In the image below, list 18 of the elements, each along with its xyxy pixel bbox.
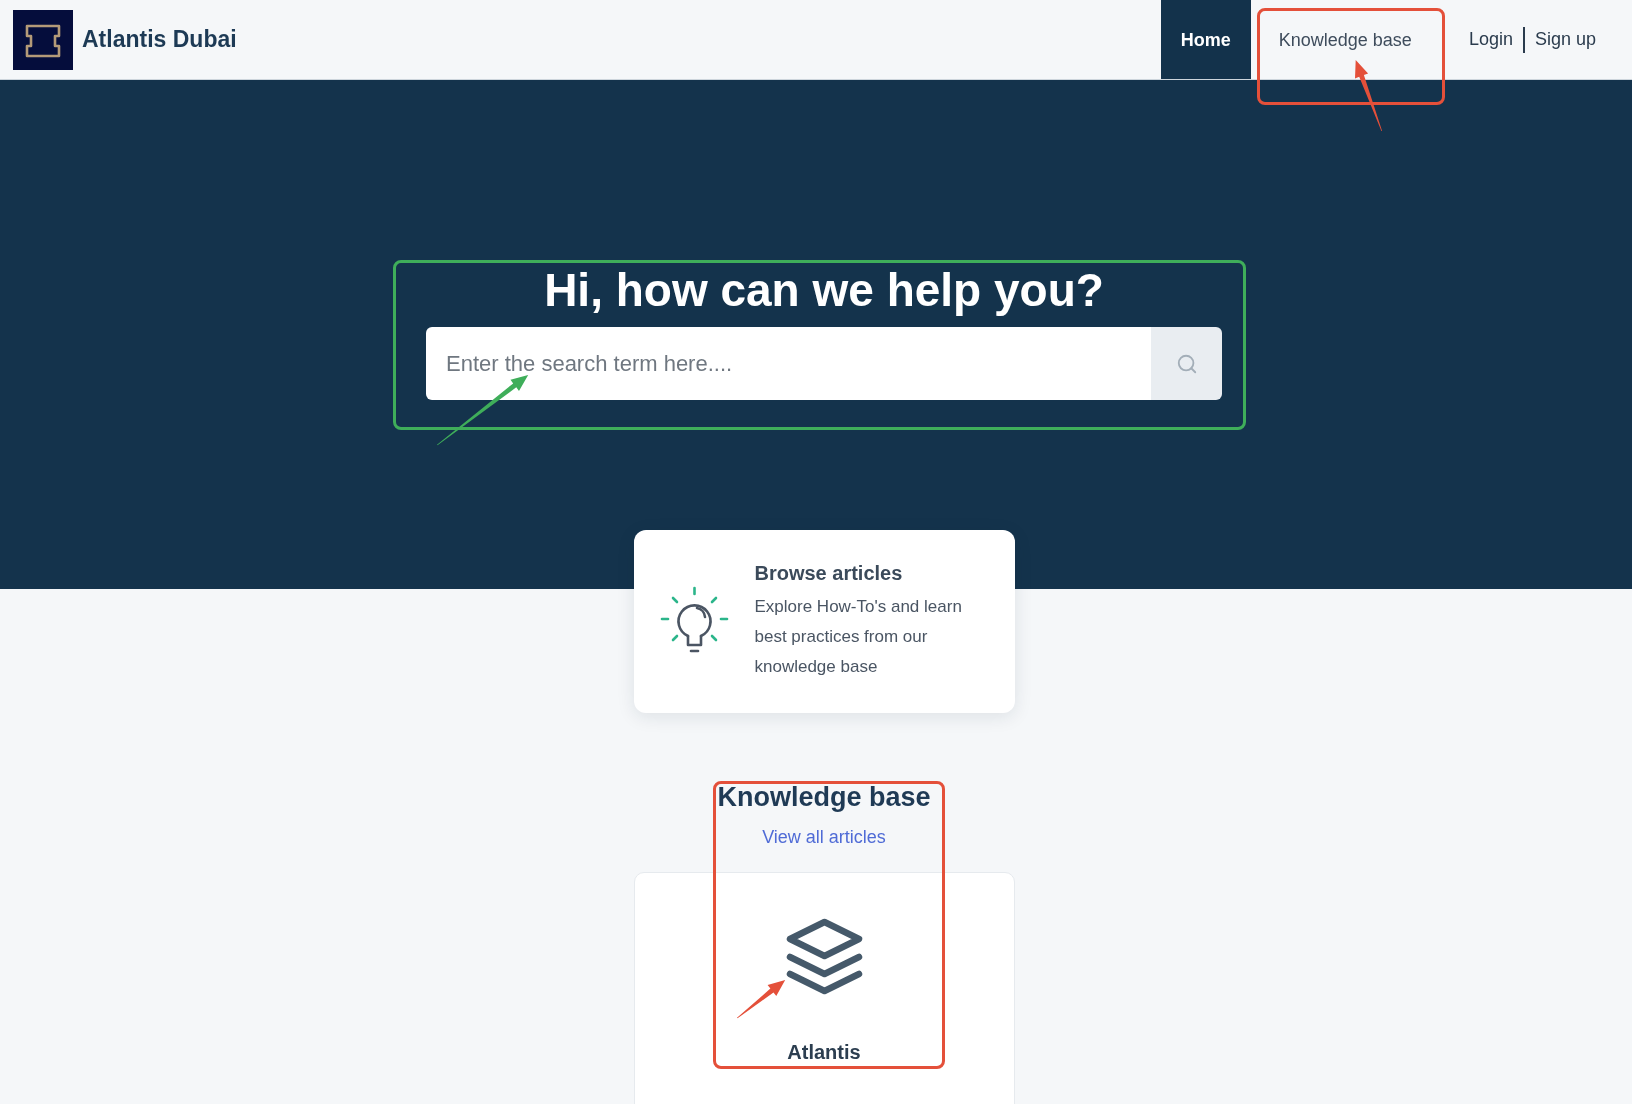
search-field[interactable]: Enter the search term here.... — [426, 327, 1151, 400]
hero-heading: Hi, how can we help you? — [544, 263, 1104, 317]
auth-link[interactable]: Sign up — [1534, 29, 1596, 50]
brand-name: Atlantis Dubai — [82, 26, 237, 53]
view-all-link[interactable]: View all articles — [762, 825, 886, 849]
brand-logo — [13, 9, 73, 70]
category-name: Atlantis — [787, 1040, 861, 1064]
layers-icon — [784, 918, 864, 996]
search-icon — [1175, 352, 1198, 375]
card-description: Explore How-To's and learn best practices from our knowledge base — [754, 596, 963, 678]
auth-link[interactable]: Login — [1468, 29, 1513, 50]
browse-card[interactable]: Browse articles Explore How-To's and learn best practices from our knowledge base — [633, 530, 1015, 713]
card-title: Browse articles — [754, 561, 904, 585]
category-card[interactable]: Atlantis — [633, 872, 1015, 1104]
nav-link[interactable]: Home — [1160, 0, 1251, 79]
section-heading: Knowledge base — [717, 781, 931, 814]
search-button[interactable] — [1151, 327, 1222, 400]
nav-link[interactable]: Knowledge base — [1258, 26, 1432, 53]
